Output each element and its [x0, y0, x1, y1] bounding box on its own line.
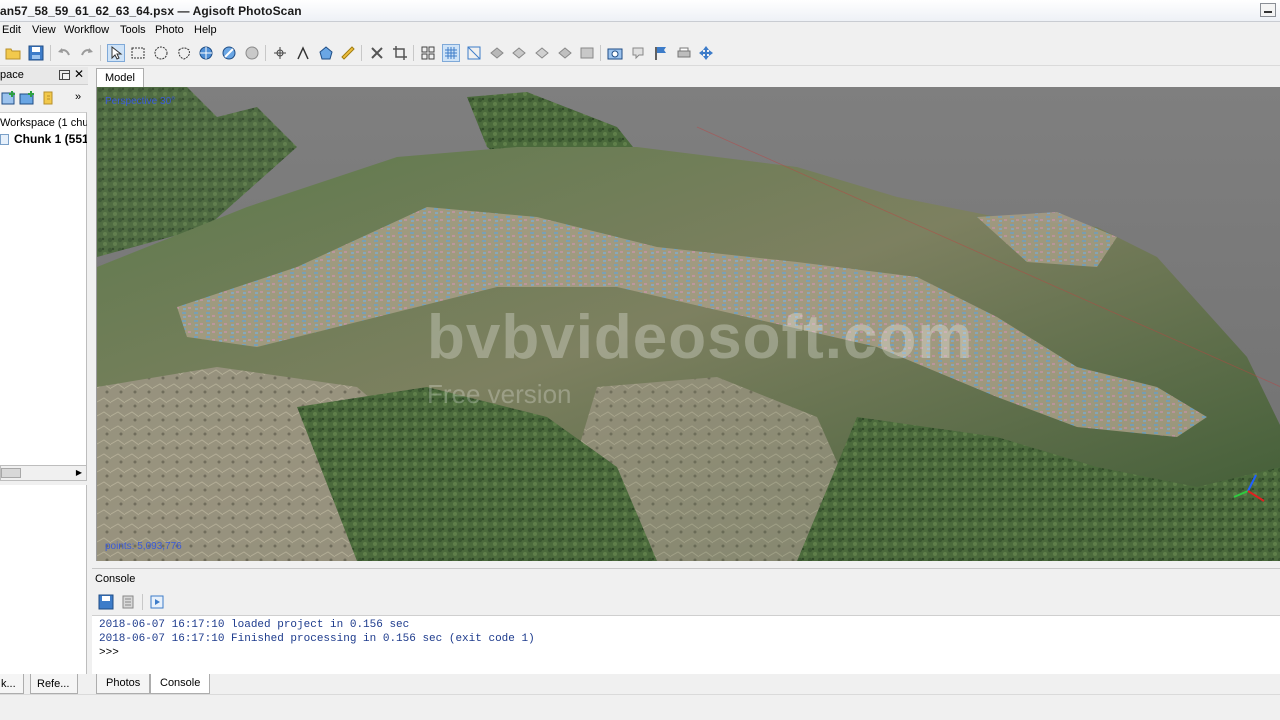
model-viewport[interactable]: Perspective 30° bvbvideosoft.com Free ve… [96, 87, 1280, 561]
workspace-toolbar: » [0, 86, 88, 112]
move-object-icon[interactable] [220, 44, 238, 62]
workspace-pane: pace ✕ » Workspace (1 chun Chunk 1 (551 … [0, 67, 88, 674]
view-top-icon[interactable] [533, 44, 551, 62]
chunk-item[interactable]: Chunk 1 (551 [0, 132, 87, 146]
bottom-tab-bar: Photos Console [92, 674, 1280, 694]
rectangle-selection-icon[interactable] [129, 44, 147, 62]
tab-model[interactable]: Model [96, 68, 144, 87]
scroll-right-icon[interactable]: ▶ [73, 467, 85, 479]
shape-icon[interactable] [317, 44, 335, 62]
console-line: 2018-06-07 16:17:10 loaded project in 0.… [99, 619, 410, 631]
view-bottom-icon[interactable] [556, 44, 574, 62]
measure-icon[interactable] [294, 44, 312, 62]
console-header: Console [92, 569, 1280, 588]
circle-selection-icon[interactable] [152, 44, 170, 62]
window-title: an57_58_59_61_62_63_64.psx — Agisoft Pho… [0, 4, 302, 18]
tab-reference[interactable]: Refe... [30, 674, 78, 694]
console-line: 2018-06-07 16:17:10 Finished processing … [99, 633, 535, 645]
float-icon[interactable] [59, 70, 70, 80]
tab-photos[interactable]: Photos [96, 674, 151, 694]
console-pane: Console 2018-06-07 16:17:10 loaded proje… [92, 568, 1280, 675]
open-icon[interactable] [4, 44, 22, 62]
menu-view[interactable]: View [32, 24, 56, 36]
title-bar: an57_58_59_61_62_63_64.psx — Agisoft Pho… [0, 0, 1280, 22]
workspace-tree: Workspace (1 chun Chunk 1 (551 [0, 112, 87, 474]
delete-icon[interactable] [368, 44, 386, 62]
chunk-icon [0, 134, 9, 146]
resize-region-icon[interactable] [243, 44, 261, 62]
main-toolbar [0, 40, 1280, 66]
view-right-icon[interactable] [510, 44, 528, 62]
scroll-thumb[interactable] [1, 468, 21, 478]
undo-icon[interactable] [55, 44, 73, 62]
console-prompt[interactable]: >>> [99, 647, 1273, 661]
horizontal-scrollbar[interactable]: ▶ [0, 465, 87, 481]
close-icon[interactable]: ✕ [74, 67, 84, 81]
axes-gizmo-icon [1233, 474, 1265, 502]
tab-workspace[interactable]: k... [0, 674, 24, 694]
model-tab-bar: Model [92, 67, 1280, 87]
more-icon[interactable]: » [75, 91, 81, 103]
save-icon[interactable] [27, 44, 45, 62]
screenshot-icon[interactable] [606, 44, 624, 62]
watermark-subtitle: Free version [427, 379, 572, 409]
view-front-icon[interactable] [578, 44, 596, 62]
navigate-icon[interactable] [697, 44, 715, 62]
grid-icon[interactable] [442, 44, 460, 62]
ruler-icon[interactable] [339, 44, 357, 62]
crosshair-icon[interactable] [271, 44, 289, 62]
menu-workflow[interactable]: Workflow [64, 24, 109, 36]
properties-panel [0, 485, 87, 674]
add-folder-icon[interactable] [40, 89, 58, 107]
perspective-label: Perspective 30° [105, 96, 176, 107]
console-output[interactable]: 2018-06-07 16:17:10 loaded project in 0.… [92, 615, 1280, 675]
printer-icon[interactable] [675, 44, 693, 62]
crop-icon[interactable] [391, 44, 409, 62]
redo-icon[interactable] [78, 44, 96, 62]
navigation-icon[interactable] [107, 44, 125, 62]
marker-icon[interactable] [629, 44, 647, 62]
tab-console[interactable]: Console [150, 674, 211, 694]
view-left-icon[interactable] [488, 44, 506, 62]
console-title: Console [95, 573, 136, 585]
align-icon[interactable] [465, 44, 483, 62]
console-toolbar [92, 591, 1280, 613]
rotate-object-icon[interactable] [197, 44, 215, 62]
show-cameras-icon[interactable] [419, 44, 437, 62]
clear-log-icon[interactable] [119, 593, 137, 611]
menu-photo[interactable]: Photo [155, 24, 184, 36]
menu-bar: Edit View Workflow Tools Photo Help [0, 22, 1280, 40]
menu-tools[interactable]: Tools [120, 24, 146, 36]
add-chunk-icon[interactable] [0, 89, 18, 107]
points-count-label: points: 5,093,776 [105, 541, 182, 552]
workspace-root-item[interactable]: Workspace (1 chun [0, 117, 87, 129]
watermark-text: bvbvideosoft.com [427, 303, 974, 372]
left-tab-bar: k... Refe... [0, 674, 88, 694]
minimize-button[interactable] [1260, 3, 1276, 17]
save-log-icon[interactable] [97, 593, 115, 611]
workspace-header: pace ✕ [0, 67, 88, 85]
workspace-title: pace [0, 69, 24, 81]
menu-help[interactable]: Help [194, 24, 217, 36]
run-script-icon[interactable] [148, 593, 166, 611]
status-bar [0, 694, 1280, 720]
chunk-label: Chunk 1 (551 [14, 132, 87, 146]
free-form-selection-icon[interactable] [175, 44, 193, 62]
flag-icon[interactable] [652, 44, 670, 62]
menu-edit[interactable]: Edit [2, 24, 21, 36]
add-photos-icon[interactable] [18, 89, 36, 107]
